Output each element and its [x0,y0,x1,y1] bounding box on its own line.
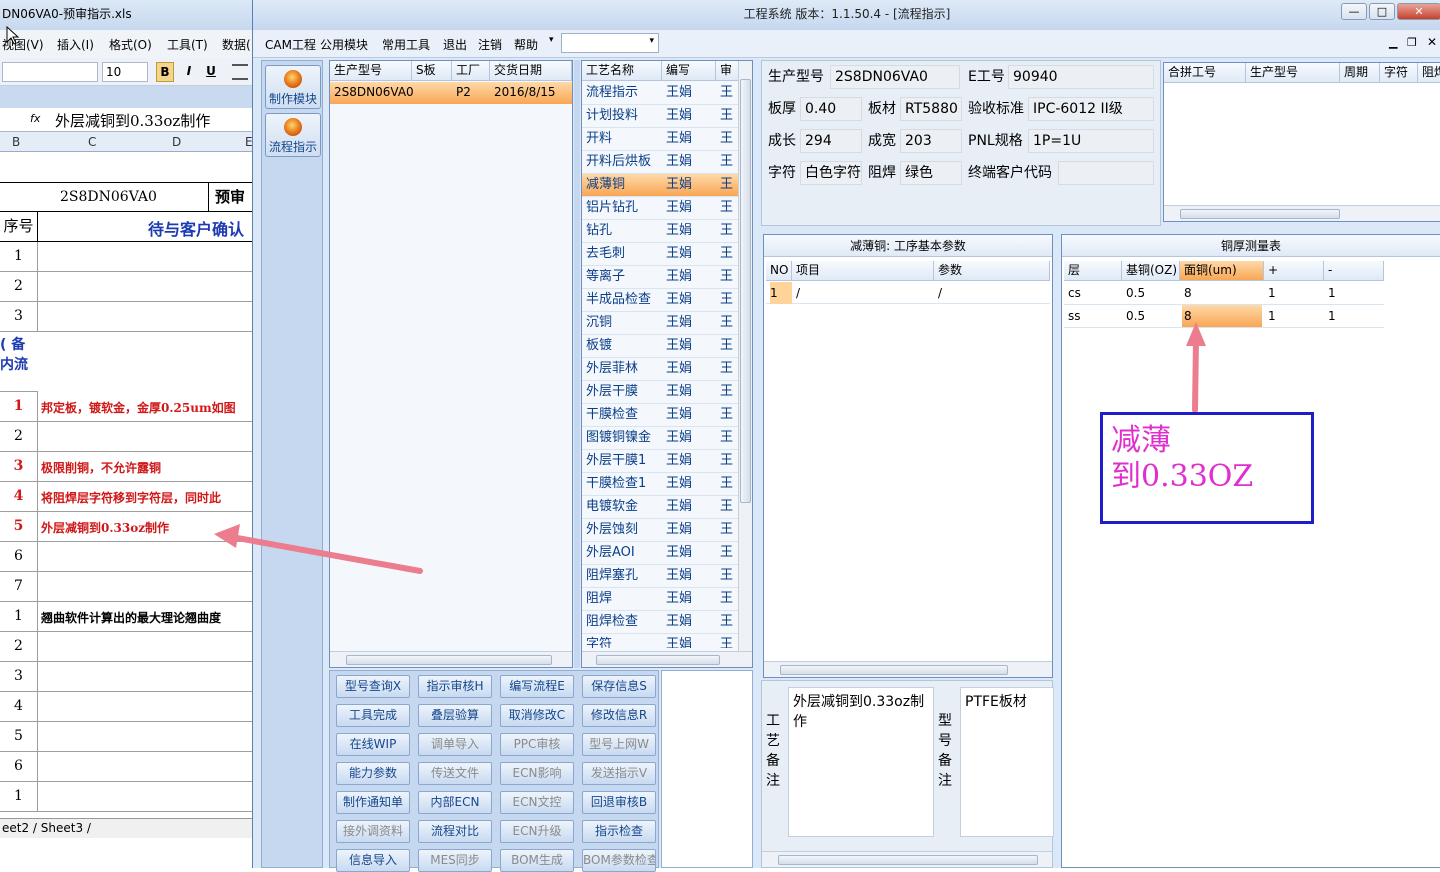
arrow-to-excel-line [223,533,423,574]
arrow-to-copper-head [1186,322,1206,346]
annotation-line1: 减薄 [1111,423,1171,458]
arrow-to-copper-line [1192,337,1199,413]
annotation-box: 减薄 到0.33OZ [1100,412,1314,524]
annotation-line2: 到0.33OZ [1111,459,1254,494]
cursor-icon [6,26,20,45]
arrow-to-excel-head [214,524,240,548]
